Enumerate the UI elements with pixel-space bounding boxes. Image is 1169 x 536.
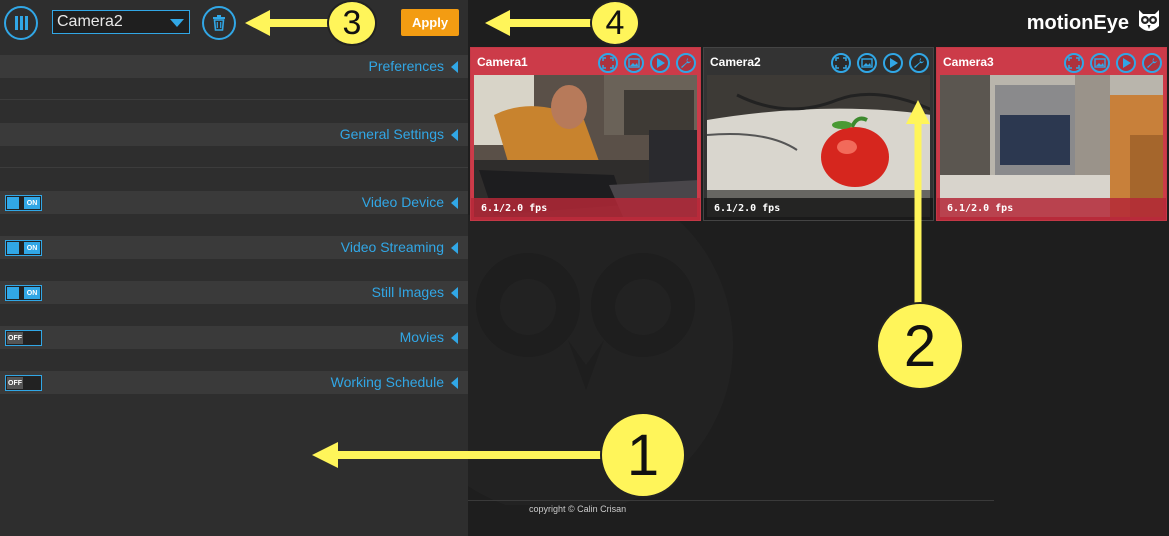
camera-name: Camera2 [710, 55, 761, 69]
collapse-arrow-icon [451, 61, 458, 73]
camera-fps: 6.1/2.0 fps [471, 198, 700, 220]
wrench-icon[interactable] [1142, 53, 1162, 73]
annotation-bubble-1: 1 [600, 412, 686, 498]
delete-camera-button[interactable] [202, 6, 236, 40]
pictures-icon[interactable] [1090, 53, 1110, 73]
section-video-device[interactable]: ON Video Device [0, 191, 468, 214]
camera-frame-1[interactable]: Camera1 6.1/2.0 fps [470, 47, 701, 221]
camera-image [474, 75, 697, 217]
pictures-icon[interactable] [624, 53, 644, 73]
section-label: Video Device [361, 194, 444, 210]
camera-image [707, 75, 930, 217]
camera-name: Camera3 [943, 55, 994, 69]
camera-feed-image [940, 75, 1163, 217]
camera-feed-image [474, 75, 697, 217]
section-movies[interactable]: OFF Movies [0, 326, 468, 349]
menu-columns-icon [15, 16, 28, 30]
annotation-bubble-3: 3 [327, 0, 377, 46]
annotation-bubble-4: 4 [590, 0, 640, 46]
trash-icon [213, 15, 225, 31]
working-schedule-toggle[interactable]: OFF [5, 375, 42, 391]
camera-fps: 6.1/2.0 fps [704, 198, 933, 220]
wrench-icon[interactable] [676, 53, 696, 73]
section-label: Still Images [371, 284, 444, 300]
pictures-icon[interactable] [857, 53, 877, 73]
annotation-bubble-2: 2 [876, 302, 964, 390]
toggle-state: OFF [7, 332, 23, 344]
still-images-toggle[interactable]: ON [5, 285, 42, 301]
collapse-arrow-icon [451, 287, 458, 299]
collapse-arrow-icon [451, 129, 458, 141]
section-label: Working Schedule [330, 374, 444, 390]
menu-button[interactable] [4, 6, 38, 40]
toggle-state: OFF [7, 377, 23, 389]
section-working-schedule[interactable]: OFF Working Schedule [0, 371, 468, 394]
section-general-settings[interactable]: General Settings [0, 123, 468, 146]
collapse-arrow-icon [451, 377, 458, 389]
collapse-arrow-icon [451, 332, 458, 344]
toggle-fill [7, 242, 19, 254]
toggle-state: ON [24, 287, 40, 299]
play-icon[interactable] [883, 53, 903, 73]
fullscreen-icon[interactable] [831, 53, 851, 73]
camera-area: motionEye Camera1 6.1/2.0 fps Camera2 6.… [468, 0, 1169, 536]
camera-frame-3[interactable]: Camera3 6.1/2.0 fps [936, 47, 1167, 221]
collapse-arrow-icon [451, 242, 458, 254]
divider [0, 99, 468, 100]
section-still-images[interactable]: ON Still Images [0, 281, 468, 304]
collapse-arrow-icon [451, 197, 458, 209]
camera-name: Camera1 [477, 55, 528, 69]
toggle-state: ON [24, 242, 40, 254]
footer-divider [468, 500, 994, 501]
toggle-state: ON [24, 197, 40, 209]
apply-button[interactable]: Apply [401, 9, 459, 36]
movies-toggle[interactable]: OFF [5, 330, 42, 346]
camera-select[interactable]: Camera2 [52, 10, 190, 34]
section-preferences[interactable]: Preferences [0, 55, 468, 78]
section-label: General Settings [339, 126, 444, 142]
section-label: Preferences [368, 58, 444, 74]
fullscreen-icon[interactable] [598, 53, 618, 73]
section-label: Movies [399, 329, 444, 345]
copyright: copyright © Calin Crisan [529, 504, 627, 514]
fullscreen-icon[interactable] [1064, 53, 1084, 73]
camera-frame-2[interactable]: Camera2 6.1/2.0 fps [703, 47, 934, 221]
brand-name: motionEye [1026, 12, 1129, 34]
video-device-toggle[interactable]: ON [5, 195, 42, 211]
settings-panel [0, 0, 468, 536]
play-icon[interactable] [650, 53, 670, 73]
toggle-fill [7, 287, 19, 299]
toggle-fill [7, 197, 19, 209]
divider [0, 167, 468, 168]
wrench-icon[interactable] [909, 53, 929, 73]
camera-select-value: Camera2 [57, 13, 123, 30]
play-icon[interactable] [1116, 53, 1136, 73]
camera-fps: 6.1/2.0 fps [937, 198, 1166, 220]
section-video-streaming[interactable]: ON Video Streaming [0, 236, 468, 259]
chevron-down-icon [170, 19, 184, 27]
camera-image [940, 75, 1163, 217]
video-streaming-toggle[interactable]: ON [5, 240, 42, 256]
owl-icon [1139, 10, 1159, 31]
section-label: Video Streaming [340, 239, 444, 255]
camera-feed-image [707, 75, 930, 217]
